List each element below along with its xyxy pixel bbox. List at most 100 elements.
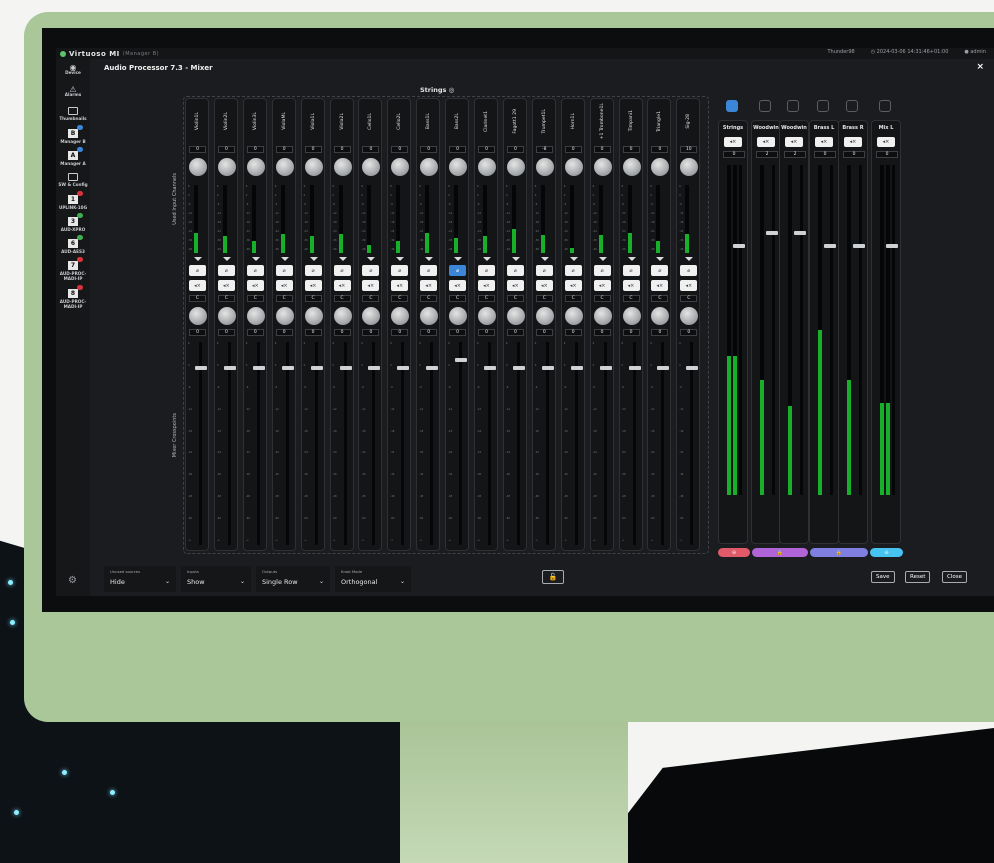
gain-knob[interactable] [478,158,496,176]
output-fader-handle[interactable] [733,244,745,248]
gain-knob[interactable] [680,158,699,176]
fader-handle[interactable] [686,366,699,370]
center-box[interactable]: C [391,295,409,302]
pan-knob[interactable] [506,307,525,325]
phase-button[interactable]: ⌀ [362,265,380,276]
phase-button[interactable]: ⌀ [420,265,438,276]
phase-button[interactable]: ⌀ [478,265,495,276]
pan-knob[interactable] [391,307,410,325]
phase-button[interactable]: ⌀ [189,265,206,276]
mute-button[interactable]: ◂× [449,280,467,291]
pan-knob[interactable] [362,307,381,325]
output-mute-button[interactable]: ◂× [757,137,775,147]
output-mute-button[interactable]: ◂× [844,137,862,147]
gain-knob[interactable] [651,158,670,176]
pan-knob[interactable] [478,307,496,325]
output-value[interactable]: 0 [723,151,745,158]
pan-knob[interactable] [333,307,352,325]
phase-button[interactable]: ⌀ [680,265,698,276]
mute-button[interactable]: ◂× [593,280,611,291]
phase-button[interactable]: ⌀ [391,265,409,276]
gain-value[interactable]: 0 [217,146,235,153]
mute-button[interactable]: ◂× [680,280,698,291]
outputs-dropdown[interactable]: Outputs Single Row ⌄ [256,566,330,592]
sidebar-item-aud-xpro[interactable]: 3 AUD-XPRO [56,212,90,235]
pan-value[interactable]: 0 [362,329,380,336]
fader-handle[interactable] [223,366,236,370]
gain-value[interactable]: -8 [535,146,553,153]
sidebar-item-sw-config[interactable]: SW & Config [56,169,90,191]
output-value[interactable]: 0 [814,151,836,158]
pan-knob[interactable] [651,307,670,325]
output-select-toggle[interactable] [846,100,858,112]
pan-value[interactable]: 0 [535,329,553,336]
gain-value[interactable]: 0 [593,146,611,153]
output-select-toggle[interactable] [759,100,771,112]
pan-value[interactable]: 0 [333,329,351,336]
phase-button[interactable]: ⌀ [449,265,467,276]
gain-knob[interactable] [189,158,207,176]
knob-mode-dropdown[interactable]: Knob Mode Orthogonal ⌄ [335,566,411,592]
gain-knob[interactable] [217,158,236,176]
gain-value[interactable]: 0 [391,146,409,153]
output-mute-button[interactable]: ◂× [724,137,742,147]
mute-button[interactable]: ◂× [564,280,582,291]
gain-knob[interactable] [506,158,525,176]
center-box[interactable]: C [217,295,235,302]
center-box[interactable]: C [275,295,293,302]
gain-value[interactable]: 0 [362,146,380,153]
mute-button[interactable]: ◂× [189,280,206,291]
pan-value[interactable]: 0 [246,329,264,336]
center-box[interactable]: C [246,295,264,302]
phase-button[interactable]: ⌀ [622,265,640,276]
pan-value[interactable]: 0 [506,329,524,336]
fader-handle[interactable] [281,366,294,370]
gain-value[interactable]: 0 [449,146,467,153]
fader-handle[interactable] [541,366,554,370]
gain-value[interactable]: 0 [333,146,351,153]
pan-knob[interactable] [304,307,323,325]
pan-value[interactable]: 0 [449,329,467,336]
center-box[interactable]: C [189,295,206,302]
unused-sources-dropdown[interactable]: Unused sources Hide ⌄ [104,566,176,592]
fader-handle[interactable] [484,366,496,370]
mute-button[interactable]: ◂× [651,280,669,291]
output-value[interactable]: 2 [756,151,778,158]
gain-knob[interactable] [362,158,381,176]
phase-button[interactable]: ⌀ [217,265,235,276]
output-select-toggle[interactable] [787,100,799,112]
center-box[interactable]: C [593,295,611,302]
center-box[interactable]: C [449,295,467,302]
phase-button[interactable]: ⌀ [651,265,669,276]
mute-button[interactable]: ◂× [304,280,322,291]
pan-value[interactable]: 0 [593,329,611,336]
fader-handle[interactable] [397,366,410,370]
close-button[interactable]: Close [942,571,967,583]
pan-knob[interactable] [246,307,265,325]
pan-knob[interactable] [189,307,207,325]
output-mute-button[interactable]: ◂× [877,137,895,147]
phase-button[interactable]: ⌀ [275,265,293,276]
pan-value[interactable]: 0 [680,329,698,336]
pan-value[interactable]: 0 [420,329,438,336]
gain-knob[interactable] [622,158,641,176]
gain-knob[interactable] [333,158,352,176]
gain-value[interactable]: 0 [420,146,438,153]
pan-value[interactable]: 0 [189,329,206,336]
phase-button[interactable]: ⌀ [535,265,553,276]
output-value[interactable]: 0 [843,151,865,158]
save-button[interactable]: Save [871,571,895,583]
pan-knob[interactable] [535,307,554,325]
center-box[interactable]: C [535,295,553,302]
sidebar-item-thumbnails[interactable]: Thumbnails [56,103,90,125]
mute-button[interactable]: ◂× [391,280,409,291]
link-bar-brass[interactable]: 🔒 [810,548,868,557]
settings-gear-icon[interactable]: ⚙ [68,575,77,586]
phase-button[interactable]: ⌀ [246,265,264,276]
output-value[interactable]: 0 [876,151,898,158]
center-box[interactable]: C [506,295,524,302]
pan-value[interactable]: 0 [651,329,669,336]
gain-knob[interactable] [449,158,468,176]
pan-knob[interactable] [420,307,439,325]
gain-knob[interactable] [391,158,410,176]
